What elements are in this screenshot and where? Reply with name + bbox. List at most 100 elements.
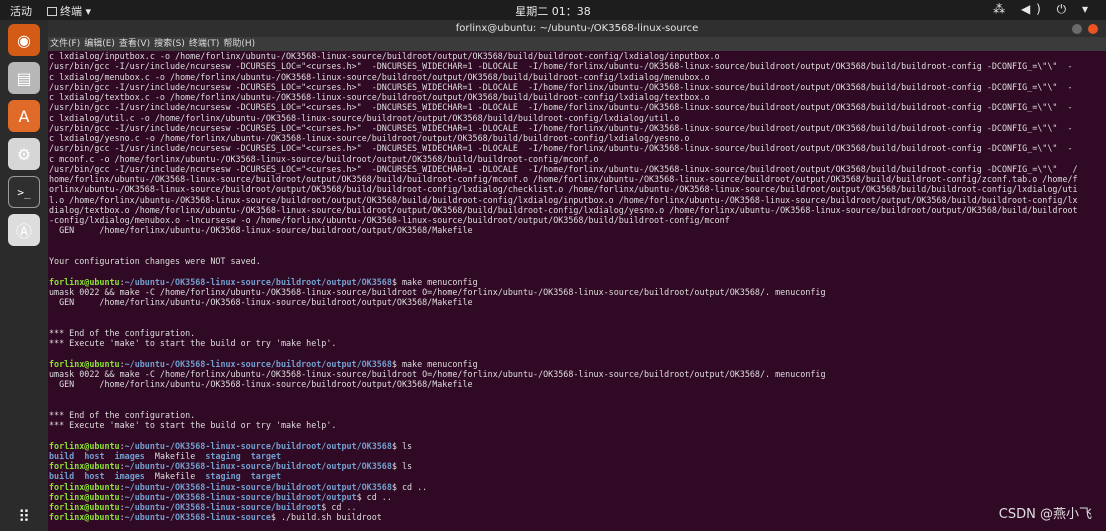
menu-item[interactable]: 搜索(S) <box>154 39 185 49</box>
terminal-path: ~/ubuntu-/OK3568-linux-source <box>124 512 271 523</box>
terminal-line: forlinx@ubuntu:~/ubuntu-/OK3568-linux-so… <box>49 441 1105 451</box>
terminal-line: build host images Makefile staging targe… <box>49 471 1105 481</box>
menu-item[interactable]: 查看(V) <box>119 39 150 49</box>
terminal-text: Makefile <box>144 450 206 461</box>
terminal-text: GEN /home/forlinx/ubuntu-/OK3568-linux-s… <box>49 379 473 389</box>
terminal-dir: build <box>49 471 75 482</box>
terminal-dir: staging <box>205 471 241 482</box>
terminal-line: c lxdialog/util.c -o /home/forlinx/ubunt… <box>49 113 1105 123</box>
terminal-text: l.o /home/forlinx/ubuntu-/OK3568-linux-s… <box>49 194 1078 205</box>
files-icon[interactable]: ▤ <box>8 62 40 94</box>
terminal-line: orlinx/ubuntu-/OK3568-linux-source/build… <box>49 184 1105 194</box>
dock: ◉ ▤ A ⚙ >_ Ⓐ ⠿ <box>0 20 48 531</box>
menu-item[interactable]: 编辑(E) <box>84 39 115 49</box>
terminal-text: GEN /home/forlinx/ubuntu-/OK3568-linux-s… <box>49 297 473 307</box>
terminal-line: /usr/bin/gcc -I/usr/include/ncursesw -DC… <box>49 143 1105 153</box>
terminal-text: *** End of the configuration. <box>49 409 196 420</box>
terminal-text: $ cd .. <box>391 481 428 492</box>
terminal-dir: images <box>114 471 145 482</box>
terminal-line: home/forlinx/ubuntu-/OK3568-linux-source… <box>49 174 1105 184</box>
software-updater-icon[interactable]: Ⓐ <box>8 214 40 246</box>
terminal-prompt: forlinx@ubuntu <box>49 461 120 471</box>
terminal-line: dialog/textbox.o /home/forlinx/ubuntu-/O… <box>49 205 1105 215</box>
terminal-text: *** Execute 'make' to start the build or… <box>49 420 337 430</box>
menu-item[interactable]: 文件(F) <box>50 39 80 49</box>
terminal-text: umask 0022 && make -C /home/forlinx/ubun… <box>49 368 826 379</box>
terminal-text: Your configuration changes were NOT save… <box>49 256 261 266</box>
terminal-line: GEN /home/forlinx/ubuntu-/OK3568-linux-s… <box>49 297 1105 307</box>
window-title: forlinx@ubuntu: ~/ubuntu-/OK3568-linux-s… <box>455 23 699 34</box>
terminal-text: umask 0022 && make -C /home/forlinx/ubun… <box>49 286 826 297</box>
software-center-icon[interactable]: A <box>8 100 40 132</box>
terminal-line: *** End of the configuration. <box>49 410 1105 420</box>
terminal-text: /usr/bin/gcc -I/usr/include/ncursesw -DC… <box>49 81 1073 92</box>
terminal-prompt: forlinx@ubuntu <box>49 276 120 287</box>
settings-icon[interactable]: ⚙ <box>8 138 40 170</box>
terminal-line: -config/lxdialog/menubox.o -lncursesw -o… <box>49 215 1105 225</box>
terminal-line: *** Execute 'make' to start the build or… <box>49 420 1105 430</box>
terminal-text: *** Execute 'make' to start the build or… <box>49 338 337 348</box>
terminal-text: $ make menuconfig <box>391 358 478 369</box>
terminal-icon[interactable]: >_ <box>8 176 40 208</box>
terminal-line: c lxdialog/yesno.c -o /home/forlinx/ubun… <box>49 133 1105 143</box>
close-button[interactable] <box>1088 24 1098 34</box>
terminal-line: umask 0022 && make -C /home/forlinx/ubun… <box>49 369 1105 379</box>
terminal-text: *** End of the configuration. <box>49 327 196 338</box>
menu-item[interactable]: 帮助(H) <box>223 39 255 49</box>
menu-item[interactable]: 终端(T) <box>189 39 220 49</box>
terminal-prompt: forlinx@ubuntu <box>49 502 120 512</box>
terminal-dir: host <box>84 471 105 482</box>
show-applications-icon[interactable]: ⠿ <box>8 500 40 532</box>
terminal-text: c lxdialog/menubox.c -o /home/forlinx/ub… <box>49 71 710 82</box>
terminal-text: -config/lxdialog/menubox.o -lncursesw -o… <box>49 215 730 225</box>
terminal-text: $ make menuconfig <box>391 276 478 287</box>
terminal-dir: staging <box>205 450 241 461</box>
terminal-line: /usr/bin/gcc -I/usr/include/ncursesw -DC… <box>49 82 1105 92</box>
system-tray[interactable]: ⁂ ◀) ⏻ ▾ <box>993 2 1094 17</box>
terminal-line: /usr/bin/gcc -I/usr/include/ncursesw -DC… <box>49 123 1105 133</box>
top-panel: 活动 终端 ▾ 星期二 01：38 ⁂ ◀) ⏻ ▾ <box>0 0 1106 20</box>
terminal-text: c lxdialog/inputbox.c -o /home/forlinx/u… <box>49 51 720 61</box>
terminal-dir: target <box>250 450 282 461</box>
firefox-icon[interactable]: ◉ <box>8 24 40 56</box>
terminal-text: Makefile <box>144 471 206 482</box>
terminal-line: l.o /home/forlinx/ubuntu-/OK3568-linux-s… <box>49 195 1105 205</box>
terminal-text: c mconf.c -o /home/forlinx/ubuntu-/OK356… <box>49 153 599 164</box>
terminal-line: GEN /home/forlinx/ubuntu-/OK3568-linux-s… <box>49 379 1105 389</box>
window-titlebar[interactable]: forlinx@ubuntu: ~/ubuntu-/OK3568-linux-s… <box>48 20 1106 37</box>
terminal-path: ~/ubuntu-/OK3568-linux-source/buildroot/… <box>124 440 392 451</box>
terminal-text: $ ls <box>391 440 413 451</box>
terminal-line: forlinx@ubuntu:~/ubuntu-/OK3568-linux-so… <box>49 277 1105 287</box>
terminal-text: $ cd .. <box>321 502 357 512</box>
terminal-path: ~/ubuntu-/OK3568-linux-source/buildroot/… <box>124 491 357 502</box>
terminal-text: c lxdialog/util.c -o /home/forlinx/ubunt… <box>49 112 680 123</box>
terminal-text: home/forlinx/ubuntu-/OK3568-linux-source… <box>49 174 1078 184</box>
terminal-line: forlinx@ubuntu:~/ubuntu-/OK3568-linux-so… <box>49 359 1105 369</box>
terminal-line: c lxdialog/inputbox.c -o /home/forlinx/u… <box>49 51 1105 61</box>
terminal-line: umask 0022 && make -C /home/forlinx/ubun… <box>49 287 1105 297</box>
terminal-output[interactable]: c lxdialog/inputbox.c -o /home/forlinx/u… <box>48 51 1105 531</box>
minimize-button[interactable] <box>1071 24 1082 34</box>
clock[interactable]: 星期二 01：38 <box>0 3 1106 19</box>
terminal-line: GEN /home/forlinx/ubuntu-/OK3568-linux-s… <box>49 225 1105 235</box>
terminal-text: dialog/textbox.o /home/forlinx/ubuntu-/O… <box>49 204 1078 215</box>
terminal-path: ~/ubuntu-/OK3568-linux-source/buildroot/… <box>124 481 392 492</box>
terminal-line: c lxdialog/textbox.c -o /home/forlinx/ub… <box>49 92 1105 102</box>
terminal-text: c lxdialog/textbox.c -o /home/forlinx/ub… <box>49 92 710 102</box>
terminal-line: c lxdialog/menubox.c -o /home/forlinx/ub… <box>49 72 1105 82</box>
watermark: CSDN @燕小飞 <box>998 507 1092 522</box>
terminal-prompt: forlinx@ubuntu <box>49 481 120 492</box>
terminal-path: ~/ubuntu-/OK3568-linux-source/buildroot/… <box>124 276 392 287</box>
terminal-text: /usr/bin/gcc -I/usr/include/ncursesw -DC… <box>49 61 1073 72</box>
terminal-path: ~/ubuntu-/OK3568-linux-source/buildroot/… <box>124 461 392 471</box>
terminal-dir: build <box>49 450 75 461</box>
